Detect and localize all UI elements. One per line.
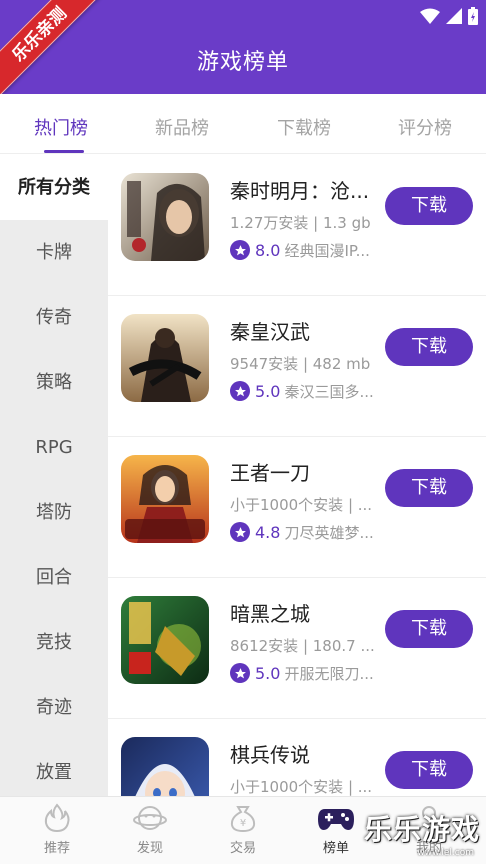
game-title: 棋兵传说 — [230, 743, 310, 767]
game-tagline: 开服无限刀... — [284, 664, 374, 683]
nav-label: 推荐 — [43, 841, 70, 856]
game-list: 秦时明月：沧... 1.27万安装 | 1.3 gb 8.0 经典国漫IP...… — [108, 155, 486, 796]
game-install-size: 小于1000个安装 | ... — [230, 496, 373, 514]
download-button[interactable]: 下载 — [385, 610, 473, 648]
list-item[interactable]: 秦时明月：沧... 1.27万安装 | 1.3 gb 8.0 经典国漫IP...… — [108, 155, 486, 296]
category-all[interactable]: 所有分类 — [0, 155, 108, 220]
svg-text:¥: ¥ — [240, 818, 246, 829]
money-bag-icon: ¥ — [230, 806, 256, 833]
qinhuang-hanwu-icon[interactable] — [121, 314, 209, 402]
gamepad-icon — [318, 809, 354, 830]
tab-new[interactable]: 新品榜 — [127, 114, 237, 140]
status-bar — [420, 6, 478, 26]
star-icon — [230, 381, 250, 401]
anhei-zhicheng-icon[interactable] — [121, 596, 209, 684]
game-rating: 8.0 经典国漫IP... — [230, 239, 380, 261]
game-title: 秦时明月：沧... — [230, 179, 370, 203]
watermark-url: www.lel.com — [417, 848, 474, 858]
rating-score: 4.8 — [255, 522, 281, 542]
page-title: 游戏榜单 — [196, 50, 289, 75]
tab-download[interactable]: 下载榜 — [249, 114, 359, 140]
game-rating: 5.0 开服无限刀... — [230, 662, 380, 684]
game-install-size: 9547安装 | 482 mb — [230, 355, 371, 373]
watermark-text: 乐乐游戏 — [364, 813, 481, 846]
active-tab-indicator — [44, 150, 84, 153]
rating-score: 5.0 — [255, 381, 281, 401]
download-button[interactable]: 下载 — [385, 751, 473, 789]
category-card[interactable]: 卡牌 — [0, 220, 108, 285]
game-tagline: 经典国漫IP... — [284, 241, 370, 260]
qibing-chuanshuo-icon[interactable] — [121, 737, 209, 796]
category-tower-defense[interactable]: 塔防 — [0, 480, 108, 545]
download-button[interactable]: 下载 — [385, 328, 473, 366]
category-turn-based[interactable]: 回合 — [0, 545, 108, 610]
wangzhe-yidao-icon[interactable] — [121, 455, 209, 543]
nav-recommend[interactable]: 推荐 — [12, 803, 102, 856]
category-miracle[interactable]: 奇迹 — [0, 675, 108, 740]
list-item[interactable]: 秦皇汉武 9547安装 | 482 mb 5.0 秦汉三国多... 下载 — [108, 296, 486, 437]
planet-icon — [133, 806, 167, 830]
category-competitive[interactable]: 竞技 — [0, 610, 108, 675]
download-button[interactable]: 下载 — [385, 469, 473, 507]
star-icon — [230, 240, 250, 260]
tab-hot[interactable]: 热门榜 — [6, 114, 116, 140]
ranking-tabs: 热门榜 新品榜 下载榜 评分榜 — [0, 94, 486, 154]
game-install-size: 小于1000个安装 | ... — [230, 778, 373, 796]
game-title: 王者一刀 — [230, 461, 310, 485]
category-sidebar: 所有分类 卡牌 传奇 策略 RPG 塔防 回合 竞技 奇迹 放置 — [0, 155, 108, 796]
star-icon — [230, 663, 250, 683]
tab-rating[interactable]: 评分榜 — [370, 114, 480, 140]
category-legend[interactable]: 传奇 — [0, 285, 108, 350]
wifi-icon — [420, 8, 440, 24]
nav-trade[interactable]: ¥ 交易 — [198, 803, 288, 856]
category-idle[interactable]: 放置 — [0, 740, 108, 796]
app-root: 游戏榜单 乐乐亲测 热门榜 新品榜 下载榜 评分榜 所有分类 卡牌 传奇 策略 … — [0, 0, 486, 864]
list-item[interactable]: 王者一刀 小于1000个安装 | ... 4.8 刀尽英雄梦... 下载 — [108, 437, 486, 578]
game-title: 秦皇汉武 — [230, 320, 310, 344]
category-rpg[interactable]: RPG — [0, 415, 108, 480]
game-install-size: 8612安装 | 180.7 ... — [230, 637, 375, 655]
battery-icon — [468, 7, 478, 25]
nav-label: 发现 — [136, 841, 163, 856]
flame-icon — [44, 803, 70, 833]
list-item[interactable]: 棋兵传说 小于1000个安装 | ... 下载 — [108, 719, 486, 796]
game-rating: 5.0 秦汉三国多... — [230, 380, 380, 402]
category-strategy[interactable]: 策略 — [0, 350, 108, 415]
qinshi-mingyue-icon[interactable] — [121, 173, 209, 261]
rating-score: 8.0 — [255, 240, 281, 260]
game-title: 暗黑之城 — [230, 602, 310, 626]
nav-label: 交易 — [229, 841, 256, 856]
game-rating: 4.8 刀尽英雄梦... — [230, 521, 380, 543]
site-watermark: 乐乐游戏 www.lel.com — [364, 808, 482, 858]
game-tagline: 刀尽英雄梦... — [284, 523, 374, 542]
game-install-size: 1.27万安装 | 1.3 gb — [230, 214, 371, 232]
game-tagline: 秦汉三国多... — [284, 382, 374, 401]
star-icon — [230, 522, 250, 542]
signal-icon — [446, 8, 462, 24]
rating-score: 5.0 — [255, 663, 281, 683]
download-button[interactable]: 下载 — [385, 187, 473, 225]
list-item[interactable]: 暗黑之城 8612安装 | 180.7 ... 5.0 开服无限刀... 下载 — [108, 578, 486, 719]
nav-discover[interactable]: 发现 — [105, 803, 195, 856]
